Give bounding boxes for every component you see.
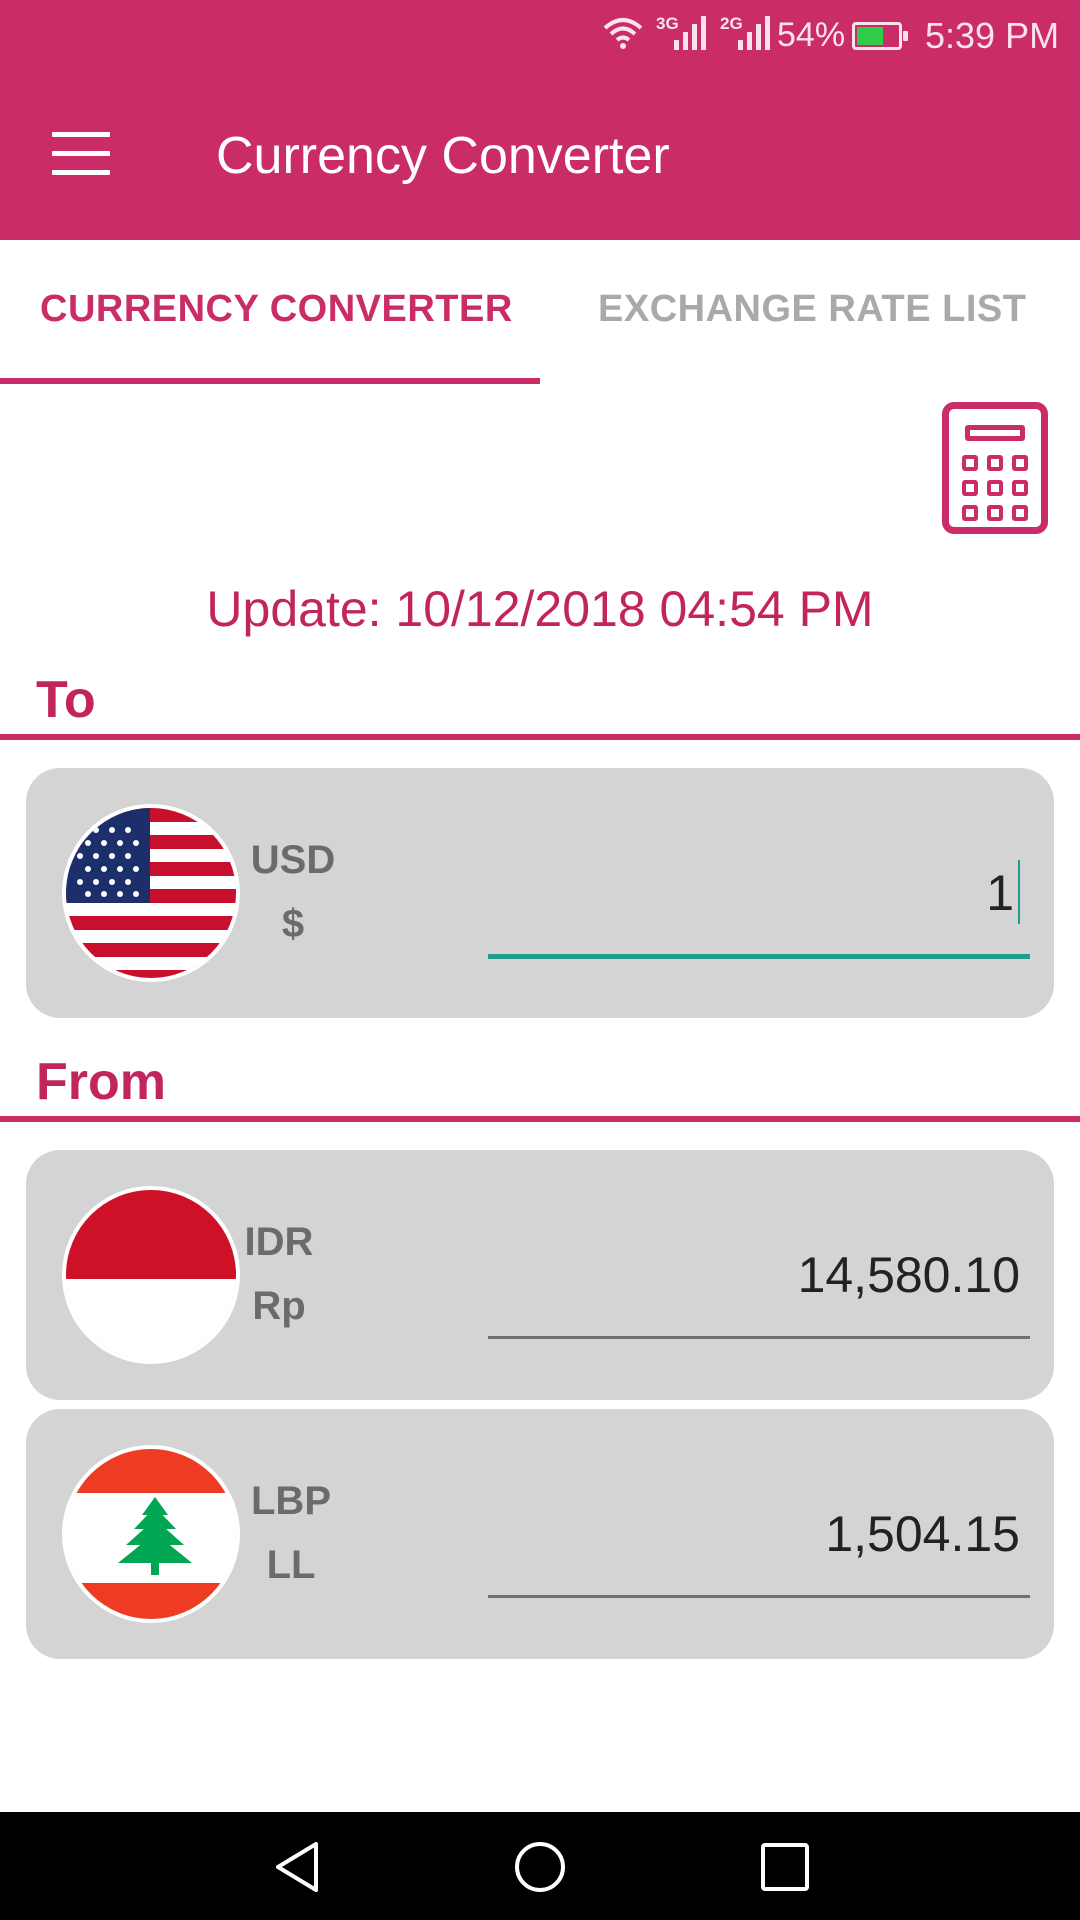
- currency-symbol: Rp: [252, 1284, 306, 1328]
- from-label: From: [36, 1053, 166, 1111]
- amount-field-underline: [488, 1336, 1030, 1339]
- battery-percentage: 54%: [777, 16, 846, 54]
- wifi-icon: [603, 16, 643, 50]
- home-icon[interactable]: [513, 1840, 567, 1894]
- app-bar: 3G 2G 54% 5:39 PM Currency Converter: [0, 0, 1080, 240]
- back-icon[interactable]: [272, 1840, 326, 1894]
- clock: 5:39 PM: [925, 15, 1060, 56]
- currency-code: USD: [250, 838, 336, 882]
- tab-currency-converter[interactable]: CURRENCY CONVERTER: [40, 288, 513, 331]
- status-bar: 3G 2G 54% 5:39 PM: [0, 0, 1080, 72]
- from-currency-card: IDR Rp 14,580.10: [26, 1150, 1054, 1400]
- system-navigation-bar: [0, 1812, 1080, 1920]
- signal-icon: 3G: [656, 14, 706, 50]
- hamburger-menu-icon[interactable]: [52, 132, 112, 176]
- currency-symbol: LL: [266, 1543, 316, 1587]
- signal-icon: 2G: [720, 14, 770, 50]
- tab-indicator: [0, 378, 540, 384]
- amount-input-underline: [488, 954, 1030, 959]
- currency-symbol: $: [281, 902, 305, 946]
- network-type-label: 3G: [656, 14, 679, 33]
- amount-field-underline: [488, 1595, 1030, 1598]
- amount-input[interactable]: 1: [488, 859, 1028, 924]
- battery-icon: [852, 22, 908, 50]
- text-cursor: [1018, 859, 1020, 924]
- update-timestamp: Update: 10/12/2018 04:54 PM: [206, 581, 874, 637]
- amount-field[interactable]: 14,580.10: [488, 1246, 1028, 1304]
- lebanon-flag-icon[interactable]: [62, 1445, 240, 1623]
- calculator-icon[interactable]: [942, 402, 1048, 534]
- tab-exchange-rate-list[interactable]: EXCHANGE RATE LIST: [598, 288, 1026, 331]
- to-divider: [0, 734, 1080, 740]
- to-label: To: [36, 671, 96, 729]
- from-currency-card: LBP LL 1,504.15: [26, 1409, 1054, 1659]
- from-divider: [0, 1116, 1080, 1122]
- amount-field[interactable]: 1,504.15: [488, 1505, 1028, 1563]
- recent-apps-icon[interactable]: [758, 1840, 812, 1894]
- app-title: Currency Converter: [216, 127, 670, 185]
- amount-value: 1: [986, 865, 1014, 921]
- indonesia-flag-icon[interactable]: [62, 1186, 240, 1364]
- currency-code: LBP: [251, 1479, 331, 1523]
- currency-code: IDR: [244, 1220, 314, 1264]
- us-flag-icon[interactable]: [62, 804, 240, 982]
- network-type-label: 2G: [720, 14, 743, 33]
- to-currency-card: USD $ 1: [26, 768, 1054, 1018]
